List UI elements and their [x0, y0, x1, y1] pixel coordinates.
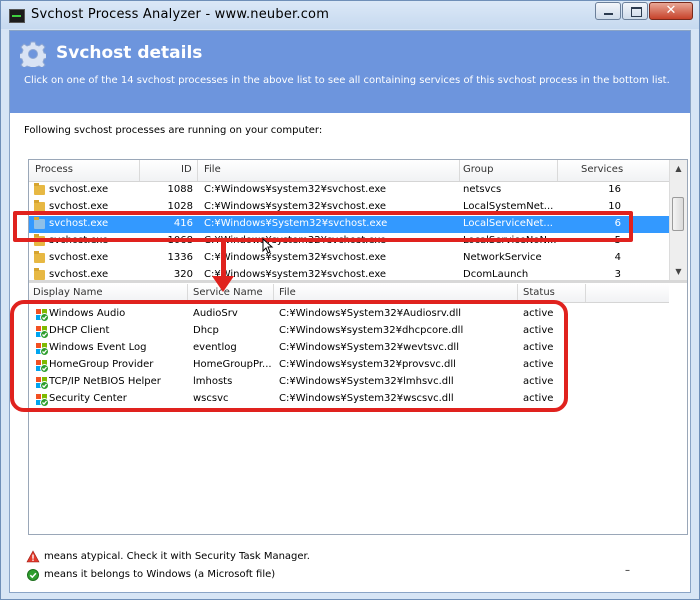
col-group[interactable]: Group: [463, 164, 493, 175]
col-id[interactable]: ID: [181, 164, 192, 175]
process-group: NetworkService: [463, 252, 542, 263]
warning-icon: [26, 550, 40, 563]
intro-text: Following svchost processes are running …: [24, 125, 323, 136]
header-band: Svchost details Click on one of the 14 s…: [10, 31, 690, 113]
maximize-icon: [631, 7, 642, 17]
legend-ok-text: means it belongs to Windows (a Microsoft…: [44, 569, 276, 580]
process-name: svchost.exe: [49, 252, 109, 263]
minimize-button[interactable]: [595, 2, 621, 20]
process-file: C:¥Windows¥system32¥svchost.exe: [204, 184, 387, 195]
process-id: 1336: [167, 252, 193, 263]
process-name: svchost.exe: [49, 184, 109, 195]
col-file[interactable]: File: [204, 164, 221, 175]
col-service-file[interactable]: File: [279, 287, 296, 298]
process-row[interactable]: svchost.exe 1088 C:¥Windows¥system32¥svc…: [29, 182, 669, 199]
process-services: 3: [614, 269, 621, 280]
process-id: 1088: [167, 184, 193, 195]
maximize-button[interactable]: [622, 2, 648, 20]
column-separator: [139, 160, 140, 181]
process-services: 4: [614, 252, 621, 263]
folder-icon: [34, 268, 45, 280]
column-separator: [585, 284, 586, 302]
page-title: Svchost details: [56, 43, 203, 63]
process-services: 16: [608, 184, 621, 195]
process-group: netsvcs: [463, 184, 502, 195]
page-subtitle: Click on one of the 14 svchost processes…: [24, 75, 670, 86]
scroll-up-icon[interactable]: ▲: [670, 160, 687, 177]
close-button[interactable]: ✕: [649, 2, 693, 20]
process-table-header: Process ID File Group Services: [29, 160, 669, 182]
scroll-thumb[interactable]: [672, 197, 684, 231]
process-id: 320: [173, 269, 193, 280]
process-group: DcomLaunch: [463, 269, 529, 280]
legend-warning-text: means atypical. Check it with Security T…: [44, 551, 310, 562]
check-icon: [27, 569, 39, 581]
window-title: Svchost Process Analyzer - www.neuber.co…: [31, 7, 330, 22]
mouse-cursor-icon: [262, 238, 274, 254]
column-separator: [557, 160, 558, 181]
app-icon: [9, 9, 25, 23]
highlight-selected-process: [13, 211, 633, 242]
column-separator: [197, 160, 198, 181]
process-list-scrollbar[interactable]: ▲ ▼: [669, 160, 687, 280]
process-name: svchost.exe: [49, 269, 109, 280]
col-display-name[interactable]: Display Name: [33, 287, 103, 298]
gear-icon: [20, 41, 46, 67]
col-services[interactable]: Services: [581, 164, 623, 175]
col-status[interactable]: Status: [523, 287, 555, 298]
close-icon: ✕: [665, 3, 677, 18]
window-controls: ✕: [594, 2, 693, 20]
process-row[interactable]: svchost.exe 320 C:¥Windows¥system32¥svch…: [29, 267, 669, 280]
annotation-arrow-shaft: [221, 242, 226, 278]
process-row[interactable]: svchost.exe 1336 C:¥Windows¥system32¥svc…: [29, 250, 669, 267]
splitter[interactable]: [29, 280, 687, 283]
process-file: C:¥Windows¥system32¥svchost.exe: [204, 252, 387, 263]
column-separator: [459, 160, 460, 181]
title-bar[interactable]: Svchost Process Analyzer - www.neuber.co…: [1, 1, 699, 29]
folder-icon: [34, 251, 45, 263]
minimize-icon: [604, 13, 613, 15]
folder-icon: [34, 183, 45, 195]
highlight-services-list: [10, 300, 568, 412]
scroll-down-icon[interactable]: ▼: [670, 263, 687, 280]
annotation-arrow-icon: [212, 276, 234, 292]
col-process[interactable]: Process: [35, 164, 73, 175]
status-dash: –: [625, 565, 630, 576]
